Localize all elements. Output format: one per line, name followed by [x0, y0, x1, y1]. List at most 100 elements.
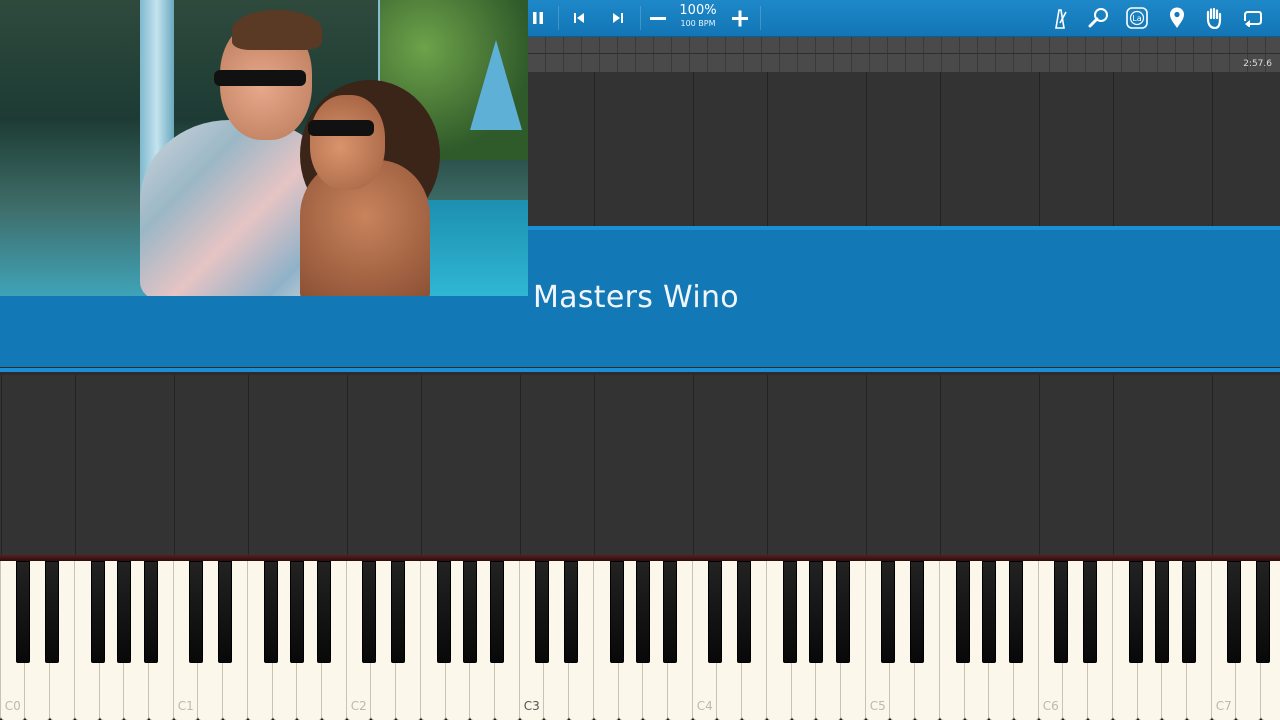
lane-divider — [766, 375, 768, 555]
black-key[interactable] — [609, 561, 624, 663]
svg-text:La: La — [1132, 14, 1141, 23]
black-key[interactable] — [189, 561, 204, 663]
magnifier-icon — [1088, 8, 1108, 28]
black-key[interactable] — [1054, 561, 1069, 663]
lane-divider — [593, 375, 595, 555]
slower-button[interactable] — [647, 0, 669, 36]
black-key[interactable] — [489, 561, 504, 663]
black-key[interactable] — [881, 561, 896, 663]
black-key[interactable] — [955, 561, 970, 663]
octave-label: C4 — [696, 699, 713, 713]
lane-divider — [247, 375, 249, 555]
previous-button[interactable] — [568, 0, 590, 36]
lane-divider — [692, 72, 694, 226]
artist-photo — [0, 0, 528, 296]
lane-divider — [173, 375, 175, 555]
pause-icon — [533, 12, 543, 24]
lane-divider — [939, 72, 941, 226]
black-key[interactable] — [391, 561, 406, 663]
marker-button[interactable] — [1165, 0, 1189, 36]
black-key[interactable] — [263, 561, 278, 663]
black-key[interactable] — [636, 561, 651, 663]
time-readout: 2:57.6 — [1243, 59, 1272, 69]
black-key[interactable] — [316, 561, 331, 663]
minus-icon — [650, 17, 666, 20]
lane-divider — [1211, 375, 1213, 555]
piano-keyboard[interactable]: C0 C1 C2 C3 C4 C5 C6 C7 — [0, 555, 1280, 720]
black-key[interactable] — [809, 561, 824, 663]
black-key[interactable] — [1155, 561, 1170, 663]
playback-toolbar: 100% 100 BPM La — [528, 0, 1280, 37]
lane-divider — [420, 375, 422, 555]
lane-divider — [0, 375, 2, 555]
tempo-percent: 100% — [679, 3, 717, 18]
note-labels-button[interactable]: La — [1125, 0, 1149, 36]
lane-divider — [1038, 375, 1040, 555]
song-title: Masters Wino — [533, 280, 739, 315]
skip-back-icon — [574, 13, 584, 23]
black-key[interactable] — [16, 561, 31, 663]
loop-icon — [1244, 11, 1262, 27]
map-pin-icon — [1170, 7, 1184, 29]
black-key[interactable] — [1181, 561, 1196, 663]
black-key[interactable] — [143, 561, 158, 663]
lane-divider — [865, 375, 867, 555]
metronome-icon — [1055, 9, 1067, 29]
black-key[interactable] — [708, 561, 723, 663]
black-key[interactable] — [436, 561, 451, 663]
lane-divider — [519, 375, 521, 555]
black-key[interactable] — [910, 561, 925, 663]
hand-button[interactable] — [1202, 0, 1226, 36]
plus-icon — [732, 10, 748, 27]
note-lanes-upper — [528, 72, 1280, 226]
black-key[interactable] — [835, 561, 850, 663]
timeline-ruler[interactable]: 2:57.6 — [528, 37, 1280, 72]
octave-label: C1 — [177, 699, 194, 713]
black-key[interactable] — [362, 561, 377, 663]
black-key[interactable] — [463, 561, 478, 663]
octave-label: C3 — [523, 699, 540, 713]
metronome-button[interactable] — [1048, 0, 1072, 36]
lane-divider — [1038, 72, 1040, 226]
black-key[interactable] — [737, 561, 752, 663]
black-key[interactable] — [1083, 561, 1098, 663]
lane-divider — [346, 375, 348, 555]
loop-button[interactable] — [1240, 0, 1264, 36]
lane-divider — [865, 72, 867, 226]
lane-divider — [1112, 72, 1114, 226]
octave-label: C7 — [1215, 699, 1232, 713]
hand-icon — [1206, 7, 1222, 29]
lane-divider — [692, 375, 694, 555]
next-button[interactable] — [607, 0, 629, 36]
note-label-icon: La — [1126, 7, 1148, 29]
black-key[interactable] — [117, 561, 132, 663]
octave-label: C0 — [4, 699, 21, 713]
black-key[interactable] — [662, 561, 677, 663]
black-key[interactable] — [45, 561, 60, 663]
lane-divider — [593, 72, 595, 226]
black-key[interactable] — [564, 561, 579, 663]
black-key[interactable] — [290, 561, 305, 663]
lane-divider — [939, 375, 941, 555]
black-key[interactable] — [535, 561, 550, 663]
piano-tutorial-app: 100% 100 BPM La 2:57.6 Masters Wino C0 C… — [0, 0, 1280, 720]
zoom-button[interactable] — [1087, 0, 1111, 36]
black-key[interactable] — [218, 561, 233, 663]
lane-divider — [766, 72, 768, 226]
octave-label: C5 — [869, 699, 886, 713]
faster-button[interactable] — [729, 0, 751, 36]
black-key[interactable] — [1128, 561, 1143, 663]
lane-divider — [1211, 72, 1213, 226]
lane-divider — [74, 375, 76, 555]
black-key[interactable] — [1256, 561, 1271, 663]
note-lanes-lower — [0, 375, 1280, 555]
pause-button[interactable] — [528, 0, 548, 36]
black-key[interactable] — [782, 561, 797, 663]
octave-label: C2 — [350, 699, 367, 713]
black-key[interactable] — [982, 561, 997, 663]
black-key[interactable] — [1008, 561, 1023, 663]
skip-forward-icon — [613, 13, 623, 23]
black-key[interactable] — [90, 561, 105, 663]
tempo-bpm: 100 BPM — [680, 19, 716, 28]
black-key[interactable] — [1227, 561, 1242, 663]
